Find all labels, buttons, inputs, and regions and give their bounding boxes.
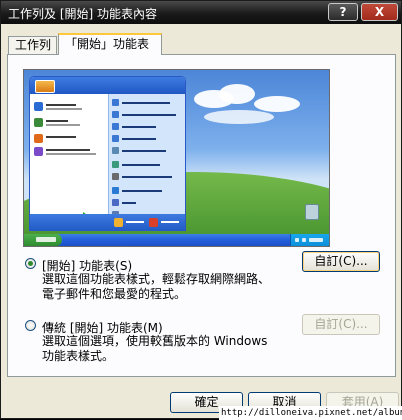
start-menu-radio[interactable] [25,258,36,269]
folder-icon [112,123,119,130]
watermark-url: http://dilloneiva.pixnet.net/albun [219,406,402,420]
control-panel-icon [112,161,119,168]
help-entry-icon [34,147,43,156]
msn-icon [34,134,43,143]
tab-start-menu[interactable]: 「開始」功能表 [58,33,162,55]
help-button[interactable]: ? [328,3,358,21]
folder-icon [112,111,119,118]
mail-icon [34,118,43,127]
window-title: 工作列及 [開始] 功能表內容 [8,7,157,21]
customize-start-menu-button[interactable]: 自訂(C)... [302,251,380,272]
start-menu-pinned-list [30,94,108,222]
shut-down-icon [149,218,158,227]
help-icon [112,187,119,194]
taskbar-start-menu-properties-dialog: 工作列及 [開始] 功能表內容 ? X 工作列 「開始」功能表 [開始] 功能表… [0,0,402,420]
system-tray [290,234,329,246]
folder-icon [112,99,119,106]
classic-menu-description: 選取這個選項，使用較舊版本的 Windows 功能表樣式。 [42,334,268,363]
computer-icon [112,147,119,154]
search-icon [112,199,119,206]
start-menu-places-list [108,94,185,218]
classic-menu-radio[interactable] [25,320,36,331]
ie-icon [34,102,43,111]
start-menu-mockup [29,76,186,231]
recycle-bin-icon [305,204,319,220]
tab-taskbar[interactable]: 工作列 [8,36,57,54]
user-picture-icon [35,80,55,93]
cloud-shape [254,96,300,112]
customize-classic-menu-button[interactable]: 自訂(C)... [302,314,380,335]
log-off-icon [114,218,123,227]
start-menu-footer [30,214,185,230]
printer-icon [112,173,119,180]
folder-icon [112,135,119,142]
title-bar[interactable]: 工作列及 [開始] 功能表內容 ? X [1,1,401,24]
start-menu-preview-image [23,69,330,247]
tray-icon [302,238,306,242]
start-button-mockup [24,234,62,246]
cloud-shape [204,110,274,124]
tray-icon [295,238,299,242]
taskbar-mockup [24,234,329,246]
clock-icon [309,238,323,242]
close-button[interactable]: X [361,3,398,21]
radio-selected-dot [28,261,33,266]
start-menu-description: 選取這個功能表樣式，輕鬆存取網際網路、電子郵件和您最愛的程式。 [42,272,271,301]
cloud-shape [219,84,255,104]
